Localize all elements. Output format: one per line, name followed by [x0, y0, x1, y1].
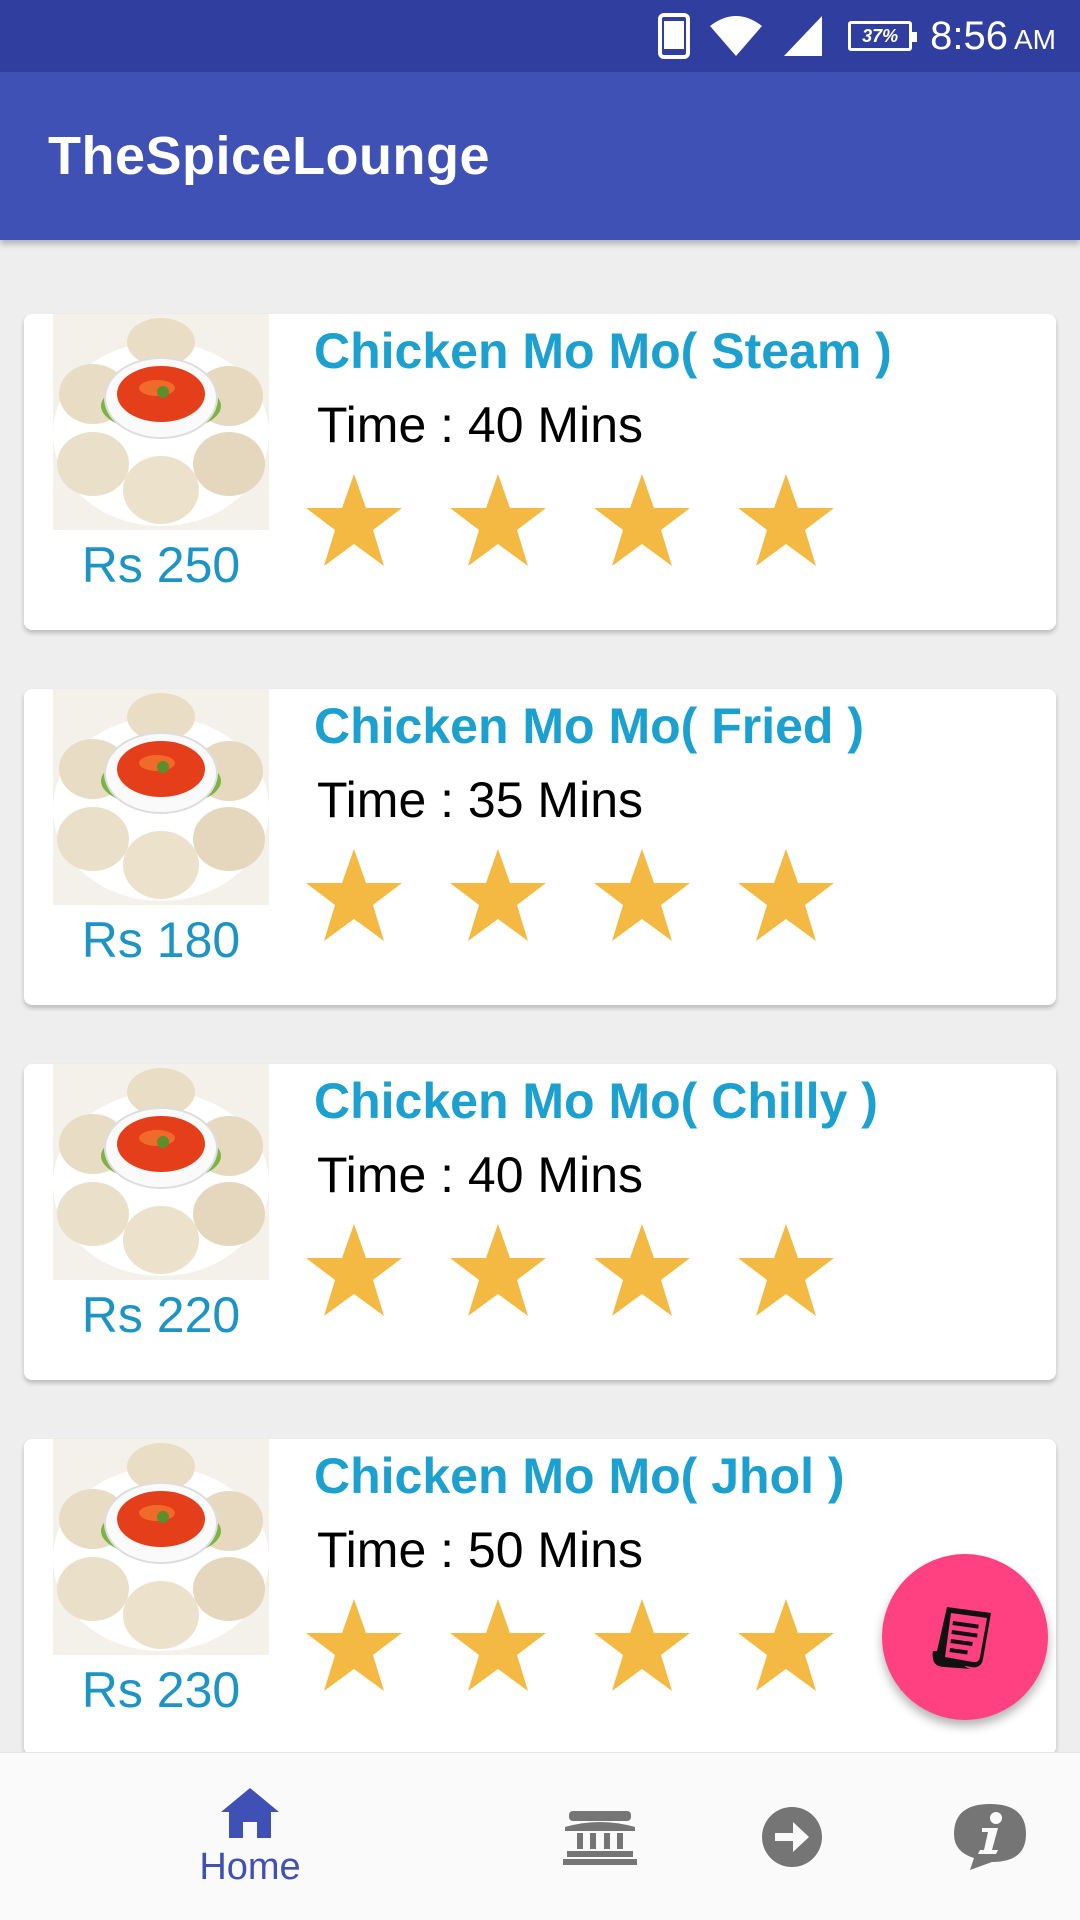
- momo-dish-image: [53, 1064, 269, 1280]
- star-icon: [306, 1224, 402, 1316]
- star-icon: [306, 474, 402, 566]
- order-fab-button[interactable]: [882, 1554, 1048, 1720]
- nav-login[interactable]: [737, 1753, 847, 1920]
- star-rating: [280, 1222, 1020, 1342]
- clock-ampm: AM: [1014, 23, 1056, 55]
- star-icon: [594, 474, 690, 566]
- cook-time: Time : 40 Mins: [317, 397, 644, 453]
- phone-icon: [658, 13, 691, 59]
- nav-info[interactable]: [930, 1753, 1050, 1920]
- star-icon: [738, 849, 834, 941]
- status-bar: 37% 8:56 AM: [0, 0, 1080, 72]
- star-icon: [306, 1599, 402, 1691]
- menu-list[interactable]: Chicken Mo Mo( Steam ) Time : 40 Mins Rs…: [0, 240, 1080, 1752]
- app-bar: TheSpiceLounge: [0, 72, 1080, 240]
- star-icon: [450, 474, 546, 566]
- star-icon: [594, 849, 690, 941]
- status-clock: 8:56 AM: [930, 14, 1056, 59]
- price: Rs 180: [81, 912, 241, 968]
- cook-time: Time : 40 Mins: [317, 1147, 644, 1203]
- dish-name: Chicken Mo Mo( Jhol ): [314, 1448, 845, 1504]
- app-screen: 37% 8:56 AM TheSpiceLounge Chicken Mo Mo…: [0, 0, 1080, 1920]
- menu-item-card[interactable]: Chicken Mo Mo( Steam ) Time : 40 Mins Rs…: [24, 314, 1056, 630]
- home-icon: [221, 1787, 279, 1838]
- dish-name: Chicken Mo Mo( Fried ): [314, 698, 864, 754]
- star-icon: [594, 1599, 690, 1691]
- app-title: TheSpiceLounge: [48, 126, 491, 186]
- star-icon: [306, 849, 402, 941]
- star-icon: [738, 1599, 834, 1691]
- dish-name: Chicken Mo Mo( Chilly ): [314, 1073, 878, 1129]
- nav-home[interactable]: Home: [170, 1753, 330, 1920]
- battery-icon: 37%: [848, 21, 918, 51]
- momo-dish-image: [53, 689, 269, 905]
- dish-name: Chicken Mo Mo( Steam ): [314, 323, 892, 379]
- star-icon: [450, 1224, 546, 1316]
- restaurant-icon: [563, 1811, 637, 1865]
- battery-level: 37%: [862, 25, 899, 46]
- signal-icon: [784, 16, 823, 56]
- price: Rs 220: [81, 1287, 241, 1343]
- star-icon: [450, 1599, 546, 1691]
- menu-item-card[interactable]: Chicken Mo Mo( Fried ) Time : 35 Mins Rs…: [24, 689, 1056, 1005]
- login-arrow-icon: [762, 1807, 822, 1867]
- price: Rs 250: [81, 537, 241, 593]
- star-icon: [594, 1224, 690, 1316]
- nav-home-label: Home: [199, 1845, 301, 1888]
- bottom-navigation: Home: [0, 1752, 1080, 1920]
- star-icon: [738, 474, 834, 566]
- receipt-icon: [932, 1607, 991, 1669]
- star-icon: [450, 849, 546, 941]
- star-icon: [738, 1224, 834, 1316]
- star-rating: [280, 472, 1020, 592]
- clock-time: 8:56: [930, 13, 1008, 58]
- star-rating: [280, 847, 1020, 967]
- momo-dish-image: [53, 314, 269, 530]
- cook-time: Time : 50 Mins: [317, 1522, 644, 1578]
- menu-item-card[interactable]: Chicken Mo Mo( Chilly ) Time : 40 Mins R…: [24, 1064, 1056, 1380]
- wifi-icon: [710, 16, 763, 56]
- price: Rs 230: [81, 1662, 241, 1718]
- info-icon: [954, 1804, 1026, 1870]
- momo-dish-image: [53, 1439, 269, 1655]
- cook-time: Time : 35 Mins: [317, 772, 644, 828]
- nav-restaurant[interactable]: [545, 1753, 655, 1920]
